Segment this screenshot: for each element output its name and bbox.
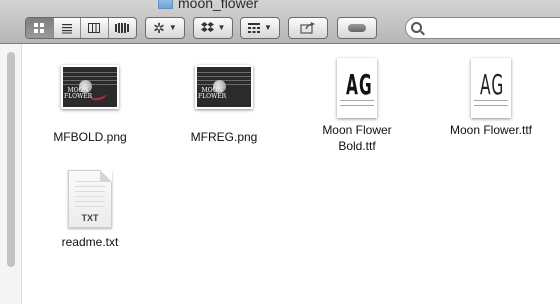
coverflow-view-button[interactable] [109,18,136,38]
dropbox-menu-button[interactable]: ▼ [193,17,233,39]
thumbnail-text: MOON FLOWER [198,87,227,100]
png-thumbnail: MOON FLOWER [195,65,253,109]
finder-toolbar: moon_flower ✲ ▼ ▼ ▼ [0,0,560,44]
txt-badge: TXT [81,213,99,223]
coverflow-icon [115,23,130,33]
chevron-down-icon: ▼ [264,23,272,32]
thumbnail-text: MOON FLOWER [64,87,93,100]
toggle-button[interactable] [337,17,377,39]
columns-icon [88,23,101,33]
chevron-down-icon: ▼ [217,23,226,32]
png-thumbnail: MOON FLOWER [61,65,119,109]
font-preview-glyphs: AG [346,68,373,101]
file-item-mfbold[interactable]: MOON FLOWER MFBOLD.png [35,65,145,145]
view-segmented-control [25,17,137,39]
file-name: MFREG.png [190,130,258,144]
chevron-down-icon: ▼ [168,23,177,32]
file-name: readme.txt [61,235,119,249]
action-menu-button[interactable]: ✲ ▼ [145,17,185,39]
grid-icon [34,23,45,33]
column-view-button[interactable] [81,18,109,38]
search-icon [411,22,422,33]
file-name: Moon Flower.ttf [449,123,533,137]
window-title-text: moon_flower [178,0,259,11]
font-preview-glyphs: AG [480,68,505,101]
list-view-button[interactable] [54,18,81,38]
search-input[interactable] [426,20,560,38]
txt-icon: TXT [68,170,112,228]
file-item-readme-txt[interactable]: TXT readme.txt [35,170,145,250]
scrollbar-thumb[interactable] [7,52,15,267]
search-field[interactable] [405,17,560,39]
share-button[interactable] [288,17,328,39]
dropbox-icon [200,22,214,32]
file-item-moon-flower-bold-ttf[interactable]: AG Moon Flower Bold.ttf [302,58,412,154]
list-icon [61,24,72,34]
gear-icon: ✲ [153,20,165,36]
file-name: Moon Flower Bold.ttf [322,123,392,153]
file-item-moon-flower-ttf[interactable]: AG Moon Flower.ttf [436,58,546,138]
vertical-scrollbar[interactable] [0,44,22,304]
ttf-icon: AG [337,58,377,118]
ttf-icon: AG [471,58,511,118]
toggle-icon [348,24,366,32]
share-icon [300,22,315,34]
folder-icon [158,0,173,9]
arrange-icon [248,23,261,33]
file-name: MFBOLD.png [53,130,127,144]
arrange-menu-button[interactable]: ▼ [240,17,280,39]
file-item-mfreg[interactable]: MOON FLOWER MFREG.png [169,65,279,145]
window-title: moon_flower [158,0,258,11]
icon-view-button[interactable] [26,18,54,38]
